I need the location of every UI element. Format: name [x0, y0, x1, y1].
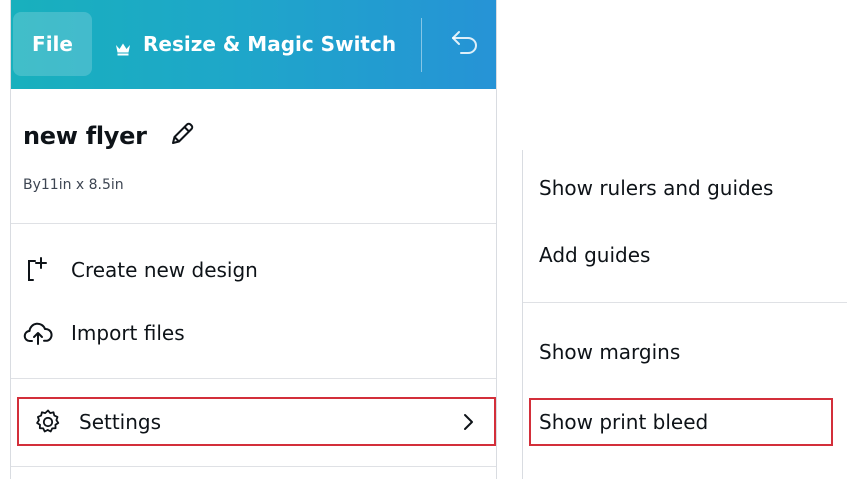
create-design-icon [23, 255, 53, 285]
import-files-item[interactable]: Import files [23, 311, 185, 355]
design-title-row: new flyer [23, 116, 195, 156]
gear-icon [33, 407, 63, 437]
topbar-divider [421, 18, 422, 72]
design-size: By11in x 8.5in [23, 177, 124, 193]
add-guides-item[interactable]: Add guides [539, 239, 650, 271]
show-rulers-label: Show rulers and guides [539, 176, 774, 200]
file-button-label: File [32, 32, 73, 56]
show-rulers-and-guides-item[interactable]: Show rulers and guides [539, 172, 773, 204]
design-title[interactable]: new flyer [23, 122, 147, 150]
settings-item[interactable]: Settings [17, 397, 496, 446]
cloud-upload-icon [23, 318, 53, 348]
settings-label: Settings [79, 409, 162, 434]
add-guides-label: Add guides [539, 243, 651, 267]
resize-magic-switch-button[interactable]: Resize & Magic Switch [115, 22, 396, 66]
import-files-label: Import files [71, 321, 185, 345]
undo-icon [450, 29, 480, 59]
file-button[interactable]: File [13, 12, 92, 76]
crown-icon [115, 37, 131, 56]
divider [11, 466, 496, 467]
resize-button-label: Resize & Magic Switch [143, 32, 397, 56]
divider [11, 378, 496, 379]
undo-button[interactable] [447, 26, 483, 62]
divider [11, 223, 496, 224]
show-margins-item[interactable]: Show margins [539, 336, 680, 368]
show-print-bleed-item[interactable]: Show print bleed [529, 398, 833, 446]
show-margins-label: Show margins [539, 340, 681, 364]
settings-submenu: Show rulers and guides Add guides Show m… [522, 150, 847, 479]
chevron-right-icon [462, 411, 476, 433]
editor-topbar: File Resize & Magic Switch [11, 0, 496, 89]
create-new-design-label: Create new design [71, 258, 258, 282]
file-menu-panel: File Resize & Magic Switch new flyer By1… [10, 0, 497, 479]
show-print-bleed-label: Show print bleed [539, 410, 709, 434]
divider [523, 302, 847, 303]
create-new-design-item[interactable]: Create new design [23, 248, 258, 292]
pencil-icon[interactable] [169, 121, 195, 151]
